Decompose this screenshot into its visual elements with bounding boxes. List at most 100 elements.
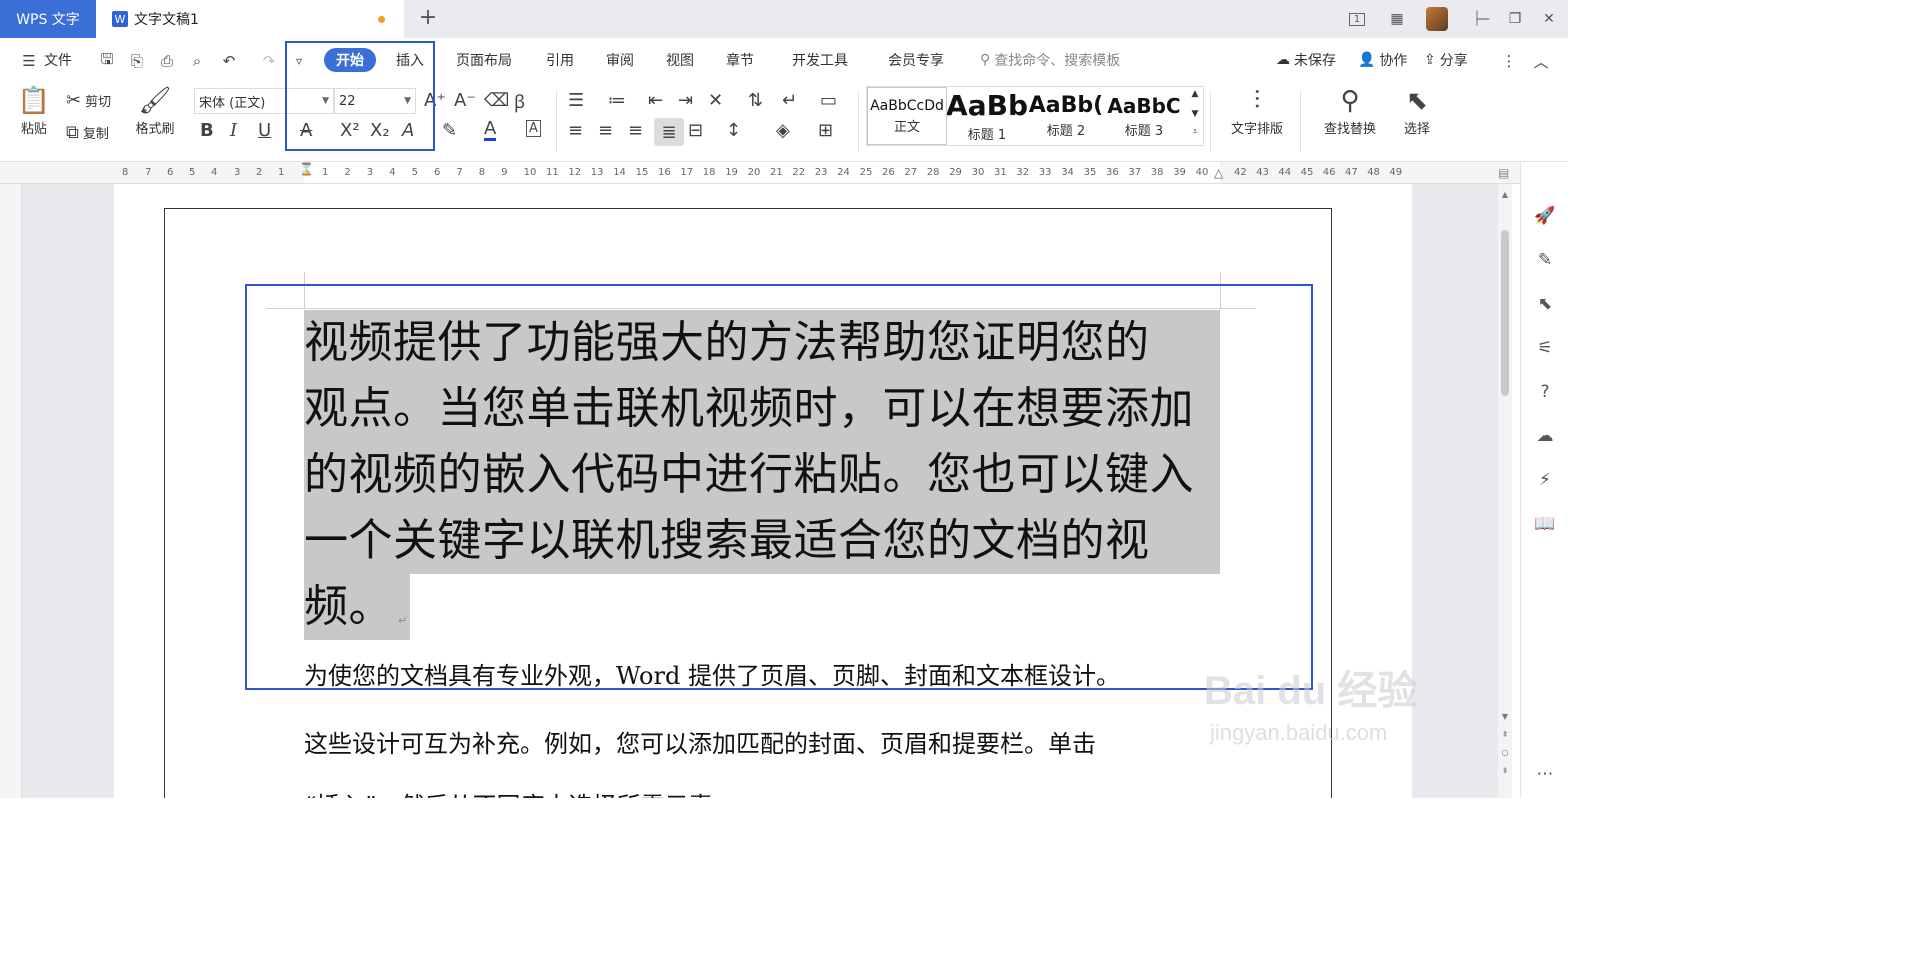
collapse-ribbon-icon[interactable]: ︿ xyxy=(1530,50,1552,72)
align-left-icon[interactable]: ≡ xyxy=(568,120,583,141)
character-border-icon[interactable]: A xyxy=(526,120,541,137)
ruler-toggle-icon[interactable]: ▭ xyxy=(820,90,837,111)
next-page-icon[interactable]: ⇟ xyxy=(1500,766,1510,775)
lightning-icon[interactable]: ⚡ xyxy=(1533,468,1557,492)
paste-button[interactable]: 📋 粘贴 xyxy=(14,84,54,137)
line-spacing-icon[interactable]: ↕ xyxy=(726,120,741,141)
justify-icon[interactable]: ≣ xyxy=(654,118,684,146)
shrink-font-icon[interactable]: A⁻ xyxy=(454,90,476,111)
tab-developer[interactable]: 开发工具 xyxy=(792,48,848,72)
share-button[interactable]: ⇪ 分享 xyxy=(1424,48,1468,72)
new-tab-button[interactable]: + xyxy=(416,5,440,31)
tab-references[interactable]: 引用 xyxy=(546,48,574,72)
numbered-list-icon[interactable]: ≔ xyxy=(608,90,626,111)
save-icon[interactable]: 🖫 xyxy=(96,50,118,72)
app-tab[interactable]: WPS 文字 xyxy=(0,0,96,38)
tab-home[interactable]: 开始 xyxy=(324,48,376,72)
hamburger-menu-icon[interactable]: ☰ xyxy=(18,50,40,72)
strikethrough-icon[interactable]: A xyxy=(300,120,312,141)
font-name-select[interactable]: 宋体 (正文) ▼ xyxy=(194,88,334,114)
document-text-line[interactable]: 的视频的嵌入代码中进行粘贴。您也可以键入 xyxy=(304,442,1194,508)
more-icon[interactable]: ⋯ xyxy=(1533,762,1557,786)
document-text-line[interactable]: 一个关键字以联机搜索最适合您的文档的视 xyxy=(304,508,1150,574)
pen-icon[interactable]: ✎ xyxy=(1533,248,1557,272)
cut-button[interactable]: ✂ 剪切 xyxy=(66,88,111,112)
tab-page-layout[interactable]: 页面布局 xyxy=(456,48,512,72)
export-pdf-icon[interactable]: ⎘ xyxy=(126,50,148,72)
phonetic-guide-icon[interactable]: ꞵ xyxy=(514,90,525,114)
previous-page-icon[interactable]: ⇞ xyxy=(1500,730,1510,739)
format-painter-button[interactable]: 🖌 格式刷 xyxy=(132,84,178,137)
decrease-indent-icon[interactable]: ⇤ xyxy=(648,90,663,111)
scrollbar-thumb[interactable] xyxy=(1501,230,1509,396)
clear-format-icon[interactable]: ⌫ xyxy=(484,90,509,111)
chinese-layout-icon[interactable]: ✕ xyxy=(708,90,723,111)
undo-icon[interactable]: ↶ xyxy=(218,50,240,72)
bullet-list-icon[interactable]: ☰ xyxy=(568,90,584,111)
find-replace-button[interactable]: ⚲ 查找替换 xyxy=(1314,84,1386,137)
sort-icon[interactable]: ⇅ xyxy=(748,90,763,111)
document-text-line[interactable]: 观点。当您单击联机视频时，可以在想要添加 xyxy=(304,376,1194,442)
text-layout-button[interactable]: ⫶ 文字排版 xyxy=(1222,84,1292,137)
document-text-line[interactable]: “插入”，然后从不同库中选择所需元素。 xyxy=(304,786,737,798)
ruler-settings-icon[interactable]: ▤ xyxy=(1498,166,1509,180)
tab-review[interactable]: 审阅 xyxy=(606,48,634,72)
font-color-icon[interactable]: A xyxy=(484,120,497,141)
increase-indent-icon[interactable]: ⇥ xyxy=(678,90,693,111)
expand-gallery-icon[interactable]: ⩡ xyxy=(1187,127,1203,137)
document-text-line[interactable]: 这些设计可互为补充。例如，您可以添加匹配的封面、页眉和提要栏。单击 xyxy=(304,724,1096,759)
select-button[interactable]: ⬉ 选择 xyxy=(1396,84,1438,137)
rocket-icon[interactable]: 🚀 xyxy=(1533,204,1557,228)
style-heading-3[interactable]: AaBbC 标题 3 xyxy=(1105,87,1183,145)
print-icon[interactable]: ⎙ xyxy=(156,50,178,72)
scroll-up-icon[interactable]: ▲ xyxy=(1500,190,1510,199)
tab-view[interactable]: 视图 xyxy=(666,48,694,72)
vertical-scrollbar[interactable]: ▲ ▼ ⇞ ○ ⇟ xyxy=(1498,184,1512,798)
underline-icon[interactable]: U xyxy=(258,120,271,141)
document-page[interactable]: 视频提供了功能强大的方法帮助您证明您的 观点。当您单击联机视频时，可以在想要添加… xyxy=(114,184,1412,798)
grow-font-icon[interactable]: A⁺ xyxy=(424,90,446,111)
book-icon[interactable]: 📖 xyxy=(1533,512,1557,536)
document-text-line[interactable]: 视频提供了功能强大的方法帮助您证明您的 xyxy=(304,310,1150,376)
cloud-sync-icon[interactable]: ☁ xyxy=(1533,424,1557,448)
redo-icon[interactable]: ↷ xyxy=(258,50,280,72)
scroll-down-icon[interactable]: ▼ xyxy=(1500,712,1510,721)
align-center-icon[interactable]: ≡ xyxy=(598,120,613,141)
borders-icon[interactable]: ⊞ xyxy=(818,120,833,141)
text-effect-icon[interactable]: A xyxy=(402,120,414,141)
more-options-icon[interactable]: ⋮ xyxy=(1498,50,1520,72)
maximize-icon[interactable]: ❐ xyxy=(1498,0,1532,38)
chevron-up-icon[interactable]: ▲ xyxy=(1187,89,1203,99)
align-right-icon[interactable]: ≡ xyxy=(628,120,643,141)
menu-file[interactable]: 文件 xyxy=(44,48,72,72)
right-indent-marker-icon[interactable]: △ xyxy=(1214,166,1223,180)
font-size-select[interactable]: 22 ▼ xyxy=(334,88,416,114)
subscript-icon[interactable]: X₂ xyxy=(370,120,390,141)
style-normal[interactable]: AaBbCcDd 正文 xyxy=(867,87,947,145)
print-preview-icon[interactable]: ⌕ xyxy=(186,50,208,72)
help-icon[interactable]: ? xyxy=(1533,380,1557,404)
superscript-icon[interactable]: X² xyxy=(340,120,360,141)
document-tab[interactable]: W 文字文稿1 xyxy=(96,0,404,38)
tab-chapter[interactable]: 章节 xyxy=(726,48,754,72)
collaborate-button[interactable]: 👤 协作 xyxy=(1358,48,1407,72)
document-canvas[interactable]: 视频提供了功能强大的方法帮助您证明您的 观点。当您单击联机视频时，可以在想要添加… xyxy=(22,184,1498,798)
highlight-icon[interactable]: ✎ xyxy=(442,120,457,141)
shading-icon[interactable]: ◈ xyxy=(776,120,790,141)
distribute-icon[interactable]: ⊟ xyxy=(688,120,703,141)
cursor-icon[interactable]: ⬉ xyxy=(1533,292,1557,316)
select-browse-object-icon[interactable]: ○ xyxy=(1500,748,1510,757)
page-view-button[interactable]: 1 xyxy=(1340,0,1374,38)
indent-marker-icon[interactable]: ⌛ xyxy=(299,162,314,176)
sliders-icon[interactable]: ⚟ xyxy=(1533,336,1557,360)
italic-icon[interactable]: I xyxy=(230,120,237,141)
show-marks-icon[interactable]: ↵ xyxy=(782,90,797,111)
tab-insert[interactable]: 插入 xyxy=(396,48,424,72)
grid-apps-icon[interactable]: ▦ xyxy=(1380,0,1414,38)
minimize-icon[interactable]: — xyxy=(1466,0,1500,38)
chevron-down-icon[interactable]: ▼ xyxy=(1187,109,1203,119)
document-text-line[interactable]: 频。 xyxy=(304,574,393,640)
tab-membership[interactable]: 会员专享 xyxy=(888,48,944,72)
style-heading-2[interactable]: AaBb( 标题 2 xyxy=(1027,87,1105,145)
bold-icon[interactable]: B xyxy=(200,120,214,141)
